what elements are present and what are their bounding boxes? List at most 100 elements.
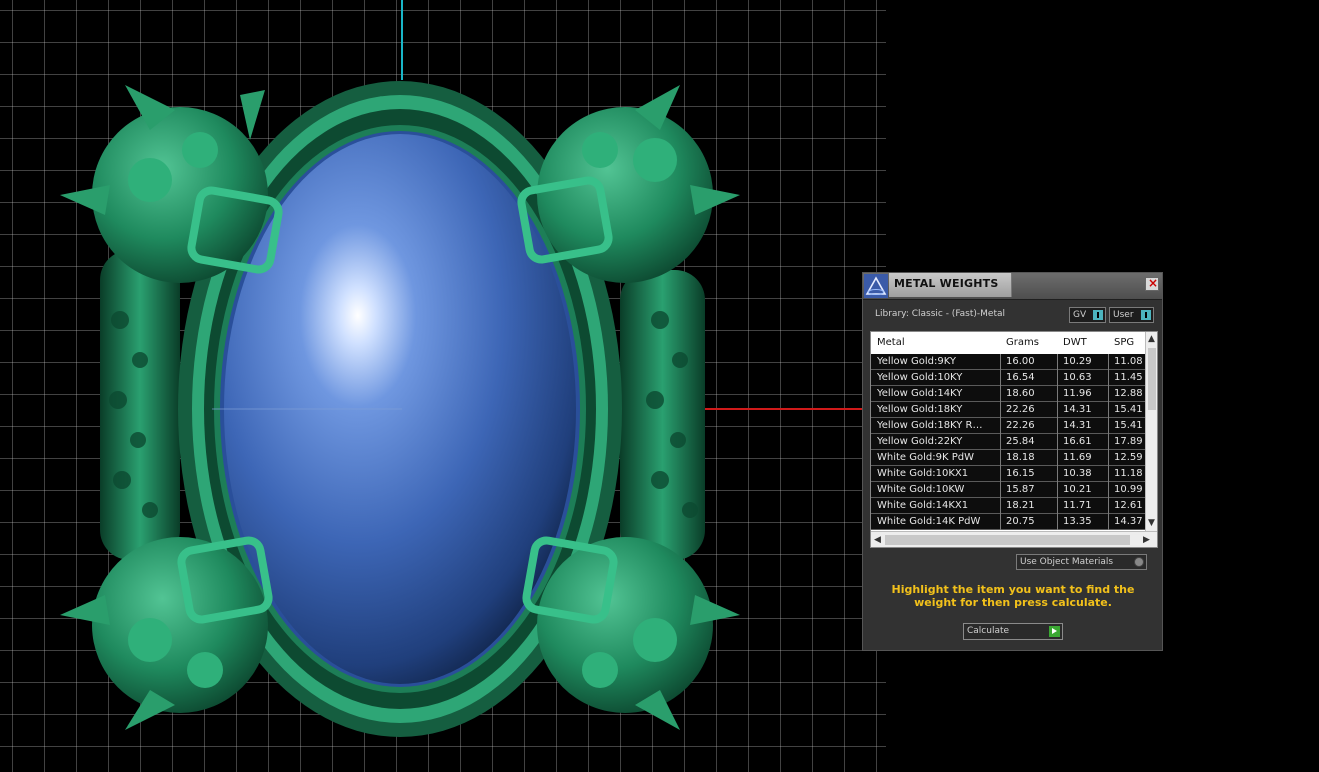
calculate-button[interactable]: Calculate: [963, 623, 1063, 640]
cell-grams: 15.87: [1006, 484, 1035, 495]
cell-dwt: 13.35: [1063, 516, 1092, 527]
app-logo-icon: [864, 274, 888, 298]
radio-knob-icon: [1134, 557, 1144, 567]
calculate-label: Calculate: [967, 626, 1010, 636]
play-arrow-icon: [1049, 626, 1060, 637]
panel-titlebar[interactable]: METAL WEIGHTS ×: [863, 273, 1162, 300]
cell-dwt: 14.31: [1063, 404, 1092, 415]
table-row[interactable]: Yellow Gold:22KY 25.84 16.61 17.89: [871, 434, 1145, 450]
column-separator: [1057, 418, 1058, 434]
column-separator: [1108, 498, 1109, 514]
metal-table[interactable]: Metal Grams DWT SPG Yellow Gold:9KY 16.00…: [870, 331, 1158, 548]
table-row[interactable]: Yellow Gold:18KY 22.26 14.31 15.41: [871, 402, 1145, 418]
metal-weights-panel: METAL WEIGHTS × Library: Classic - (Fast…: [862, 272, 1163, 651]
column-header-spg[interactable]: SPG: [1114, 337, 1134, 348]
use-object-materials-label: Use Object Materials: [1020, 557, 1114, 567]
cell-metal: Yellow Gold:22KY: [877, 436, 963, 447]
column-separator: [1000, 402, 1001, 418]
scroll-down-icon[interactable]: ▼: [1148, 518, 1155, 528]
cell-spg: 12.61: [1114, 500, 1143, 511]
cell-metal: Yellow Gold:18KY R…: [877, 420, 983, 431]
ornament-bottom-left: [60, 536, 273, 730]
cell-metal: White Gold:10KW: [877, 484, 965, 495]
scroll-right-icon[interactable]: ▶: [1143, 535, 1150, 545]
column-separator: [1108, 450, 1109, 466]
cell-metal: Yellow Gold:18KY: [877, 404, 963, 415]
cell-spg: 12.88: [1114, 388, 1143, 399]
column-separator: [1057, 402, 1058, 418]
column-separator: [1057, 498, 1058, 514]
cell-grams: 22.26: [1006, 404, 1035, 415]
cell-spg: 11.08: [1114, 356, 1143, 367]
column-separator: [1108, 418, 1109, 434]
column-separator: [1108, 402, 1109, 418]
instruction-text: Highlight the item you want to find the …: [891, 583, 1135, 609]
user-toggle-label: User: [1113, 310, 1134, 320]
column-separator: [1000, 370, 1001, 386]
close-icon: ×: [1148, 276, 1159, 290]
cell-spg: 10.99: [1114, 484, 1143, 495]
scroll-up-icon[interactable]: ▲: [1148, 334, 1155, 344]
column-separator: [1057, 466, 1058, 482]
horizontal-scrollbar[interactable]: ◀ ▶: [871, 531, 1157, 547]
gv-toggle[interactable]: GV: [1069, 307, 1106, 323]
column-separator: [1000, 482, 1001, 498]
column-separator: [1057, 482, 1058, 498]
cell-spg: 11.45: [1114, 372, 1143, 383]
column-separator: [1108, 354, 1109, 370]
cell-dwt: 14.31: [1063, 420, 1092, 431]
toggle-indicator-icon: [1093, 310, 1103, 320]
cell-metal: Yellow Gold:10KY: [877, 372, 963, 383]
scroll-left-icon[interactable]: ◀: [874, 535, 881, 545]
cell-spg: 17.89: [1114, 436, 1143, 447]
cell-dwt: 10.63: [1063, 372, 1092, 383]
gv-toggle-label: GV: [1073, 310, 1087, 320]
close-button[interactable]: ×: [1145, 276, 1159, 291]
cell-metal: Yellow Gold:14KY: [877, 388, 963, 399]
table-row[interactable]: White Gold:14K PdW 20.75 13.35 14.37: [871, 514, 1145, 530]
column-separator: [1000, 498, 1001, 514]
table-row[interactable]: White Gold:9K PdW 18.18 11.69 12.59: [871, 450, 1145, 466]
column-separator: [1000, 434, 1001, 450]
table-row[interactable]: Yellow Gold:10KY 16.54 10.63 11.45: [871, 370, 1145, 386]
cell-grams: 16.15: [1006, 468, 1035, 479]
column-separator: [1057, 354, 1058, 370]
column-separator: [1057, 514, 1058, 530]
table-row[interactable]: Yellow Gold:9KY 16.00 10.29 11.08: [871, 354, 1145, 370]
cell-grams: 25.84: [1006, 436, 1035, 447]
cell-spg: 12.59: [1114, 452, 1143, 463]
table-header: Metal Grams DWT SPG: [871, 332, 1145, 354]
cell-grams: 18.18: [1006, 452, 1035, 463]
column-separator: [1000, 418, 1001, 434]
column-separator: [1108, 482, 1109, 498]
column-separator: [1108, 466, 1109, 482]
cell-dwt: 16.61: [1063, 436, 1092, 447]
table-row[interactable]: White Gold:10KX1 16.15 10.38 11.18: [871, 466, 1145, 482]
table-row[interactable]: White Gold:14KX1 18.21 11.71 12.61: [871, 498, 1145, 514]
horizontal-scroll-thumb[interactable]: [885, 535, 1130, 545]
use-object-materials-toggle[interactable]: Use Object Materials: [1016, 554, 1147, 570]
cell-grams: 18.60: [1006, 388, 1035, 399]
table-row[interactable]: Yellow Gold:14KY 18.60 11.96 12.88: [871, 386, 1145, 402]
cell-metal: White Gold:9K PdW: [877, 452, 974, 463]
cell-dwt: 10.29: [1063, 356, 1092, 367]
column-separator: [1108, 514, 1109, 530]
column-header-dwt[interactable]: DWT: [1063, 337, 1087, 348]
table-row[interactable]: Yellow Gold:18KY R… 22.26 14.31 15.41: [871, 418, 1145, 434]
vertical-scrollbar[interactable]: ▲ ▼: [1145, 332, 1157, 531]
cell-metal: White Gold:10KX1: [877, 468, 969, 479]
cell-spg: 14.37: [1114, 516, 1143, 527]
table-row[interactable]: White Gold:10KW 15.87 10.21 10.99: [871, 482, 1145, 498]
column-separator: [1108, 370, 1109, 386]
user-toggle[interactable]: User: [1109, 307, 1154, 323]
cell-metal: Yellow Gold:9KY: [877, 356, 956, 367]
column-separator: [1108, 434, 1109, 450]
vertical-scroll-thumb[interactable]: [1148, 348, 1156, 410]
cell-grams: 22.26: [1006, 420, 1035, 431]
cell-dwt: 10.38: [1063, 468, 1092, 479]
library-label: Library: Classic - (Fast)-Metal: [875, 309, 1006, 319]
column-header-metal[interactable]: Metal: [877, 337, 905, 348]
cell-spg: 15.41: [1114, 404, 1143, 415]
column-header-grams[interactable]: Grams: [1006, 337, 1039, 348]
column-separator: [1108, 386, 1109, 402]
